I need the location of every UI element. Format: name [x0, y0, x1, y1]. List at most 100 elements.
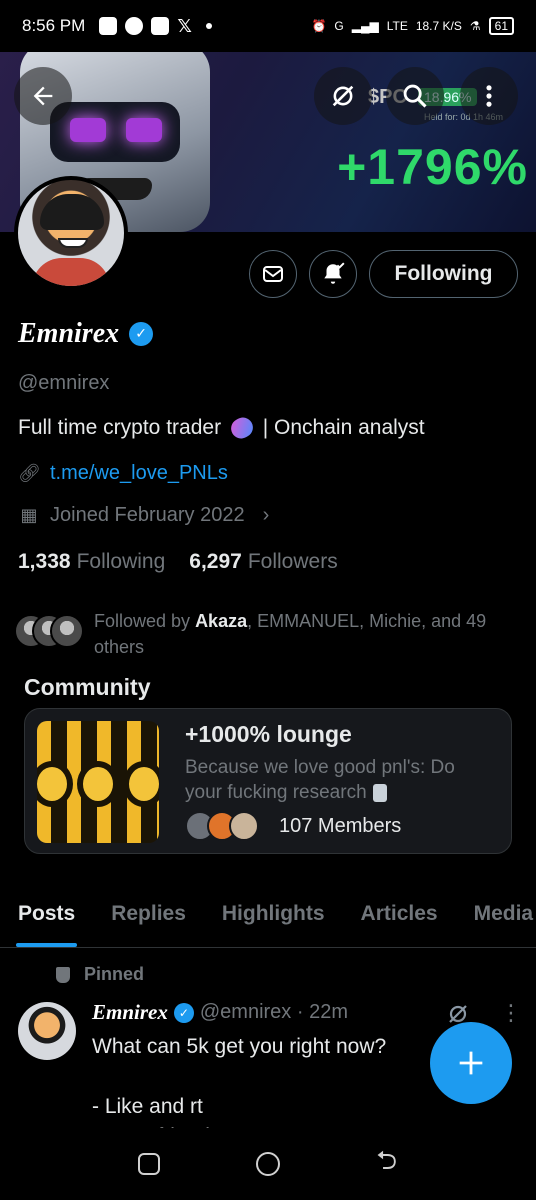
followed-by-avatars: [14, 614, 84, 650]
compose-post-button[interactable]: [430, 1022, 512, 1104]
home-circle-icon: [255, 1152, 280, 1176]
recent-apps-icon: [138, 1153, 161, 1175]
envelope-icon: [263, 266, 283, 282]
signal-icon: ▂▄▆: [351, 19, 379, 33]
profile-link-row[interactable]: 🔗︎ t.me/we_love_PNLs: [18, 462, 228, 485]
app-icon: [151, 17, 170, 35]
system-icons: ⏰ G ▂▄▆ LTE 18.7 K/S ⚗ 61: [311, 17, 514, 35]
community-section-title: Community: [24, 674, 151, 700]
tab-articles[interactable]: Articles: [343, 886, 456, 947]
search-icon: [403, 84, 427, 108]
join-date-row[interactable]: ▦ Joined February 2022 ›: [18, 504, 269, 527]
bell-check-icon: [324, 262, 345, 284]
notification-icons: 𝕏: [99, 16, 212, 37]
recent-apps-button[interactable]: [132, 1147, 166, 1181]
whatsapp-icon: [125, 17, 144, 35]
bio-text-2: | Onchain analyst: [262, 416, 425, 439]
more-notifications-dot-icon: [205, 23, 212, 29]
system-back-button[interactable]: ⮌: [370, 1145, 404, 1181]
member-avatar: [229, 811, 259, 841]
arrow-left-icon: [33, 86, 53, 106]
post-more-icon[interactable]: ⋮: [500, 1000, 522, 1026]
followed-by-prefix: Followed by: [94, 611, 196, 631]
pinned-label: Pinned: [56, 964, 144, 985]
post-verified-badge-icon: ✓: [173, 1002, 194, 1023]
speed-unit: K/S: [442, 19, 462, 33]
chevron-right-icon: ›: [262, 504, 270, 526]
x-logo-icon: 𝕏: [177, 15, 192, 36]
speed-value: 18.7: [415, 19, 440, 33]
post-header: Emnirex ✓ @emnirex · 22m: [92, 1000, 348, 1025]
followers-count: 6,297: [189, 550, 242, 573]
avatar-smile: [58, 238, 88, 248]
community-image: [37, 721, 159, 843]
pin-icon: [56, 966, 70, 983]
post-author-avatar[interactable]: [18, 1002, 76, 1060]
alarm-icon: ⏰: [311, 19, 327, 33]
tab-media[interactable]: Media: [456, 886, 536, 947]
notification-app-icon: [99, 17, 118, 35]
post-author-name[interactable]: Emnirex: [92, 1000, 168, 1025]
community-card[interactable]: +1000% lounge Because we love good pnl's…: [24, 708, 512, 854]
status-time: 8:56 PM: [22, 16, 86, 35]
followed-by-first: Akaza: [195, 611, 248, 631]
plus-icon: [459, 1051, 483, 1075]
join-date: Joined February 2022: [50, 504, 245, 526]
display-name: Emnirex ✓: [18, 318, 154, 350]
avatar-hair: [40, 194, 104, 230]
lte-label: LTE: [386, 19, 408, 33]
bio-text-1: Full time crypto trader: [18, 416, 222, 439]
notifications-button[interactable]: [309, 250, 357, 298]
verified-badge-icon[interactable]: ✓: [129, 322, 154, 346]
tab-posts[interactable]: Posts: [0, 886, 93, 947]
grok-icon: [332, 85, 354, 107]
community-image-ring: [37, 761, 73, 807]
member-count: 107 Members: [279, 814, 402, 837]
search-button[interactable]: [386, 67, 444, 125]
profile-tabs: Posts Replies Highlights Articles Media: [0, 886, 536, 948]
back-button[interactable]: [14, 67, 72, 125]
community-members: 107 Members: [185, 811, 401, 841]
flask-icon: ⚗: [469, 19, 481, 33]
profile-avatar[interactable]: [14, 176, 128, 290]
robot-eye-left: [70, 118, 106, 142]
back-arrow-icon: ⮌: [376, 1145, 398, 1175]
community-description: Because we love good pnl's: Do your fuck…: [185, 755, 495, 805]
dna-emoji-icon: [227, 414, 257, 443]
tab-highlights[interactable]: Highlights: [204, 886, 343, 947]
bio: Full time crypto trader | Onchain analys…: [18, 414, 425, 443]
following-label: Following: [76, 550, 166, 573]
robot-face: [50, 102, 180, 162]
pinned-text: Pinned: [84, 964, 145, 984]
post-handle-time: @emnirex · 22m: [199, 1001, 348, 1023]
more-vertical-icon: [486, 85, 492, 107]
username: @emnirex: [18, 372, 110, 394]
grok-button[interactable]: [314, 67, 372, 125]
system-navigation-bar: ⮌: [0, 1128, 536, 1200]
network-type: G: [334, 19, 344, 33]
profile-link[interactable]: t.me/we_love_PNLs: [50, 462, 228, 485]
avatar-shirt: [32, 258, 110, 286]
home-button[interactable]: [251, 1147, 285, 1181]
followers-label: Followers: [247, 550, 338, 573]
followed-by[interactable]: Followed by Akaza, EMMANUEL, Michie, and…: [14, 608, 524, 660]
microscope-emoji-icon: [372, 783, 387, 802]
tab-replies[interactable]: Replies: [93, 886, 204, 947]
community-description-text: Because we love good pnl's: Do your fuck…: [185, 757, 455, 803]
status-bar: 8:56 PM 𝕏 ⏰ G ▂▄▆ LTE 18.7 K/S ⚗ 61: [0, 0, 536, 52]
following-button[interactable]: Following: [369, 250, 518, 298]
followers-stat[interactable]: 6,297 Followers: [189, 550, 337, 574]
banner-pnl: +1796%: [337, 139, 528, 195]
more-options-button[interactable]: [460, 67, 518, 125]
follower-avatar: [50, 614, 84, 648]
followed-by-text: Followed by Akaza, EMMANUEL, Michie, and…: [94, 608, 524, 660]
following-count: 1,338: [18, 550, 71, 573]
member-avatars: [185, 811, 269, 841]
message-button[interactable]: [249, 250, 297, 298]
community-image-ring: [77, 761, 119, 807]
community-image-ring: [123, 761, 159, 807]
follow-stats: 1,338 Following 6,297 Followers: [18, 550, 338, 574]
calendar-icon: ▦: [20, 505, 38, 525]
data-speed: 18.7 K/S: [416, 19, 462, 33]
following-stat[interactable]: 1,338 Following: [18, 550, 165, 574]
